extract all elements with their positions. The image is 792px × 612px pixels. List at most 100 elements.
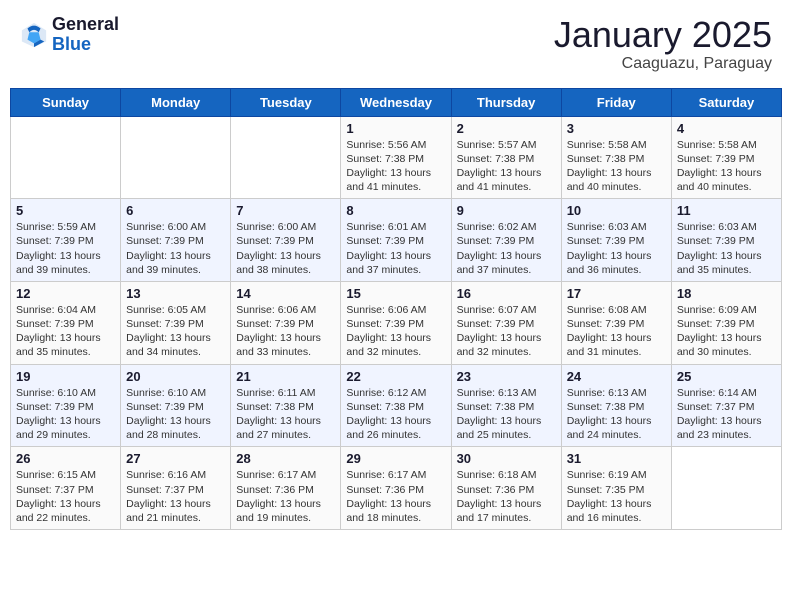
month-year: January 2025 xyxy=(554,15,772,55)
calendar-cell: 23 Sunrise: 6:13 AM Sunset: 7:38 PM Dayli… xyxy=(451,364,561,447)
day-info: Sunrise: 6:01 AM Sunset: 7:39 PM Dayligh… xyxy=(346,220,445,277)
calendar-cell: 20 Sunrise: 6:10 AM Sunset: 7:39 PM Dayli… xyxy=(121,364,231,447)
day-info: Sunrise: 6:17 AM Sunset: 7:36 PM Dayligh… xyxy=(346,468,445,525)
week-row-3: 12 Sunrise: 6:04 AM Sunset: 7:39 PM Dayli… xyxy=(11,281,782,364)
day-info: Sunrise: 5:58 AM Sunset: 7:39 PM Dayligh… xyxy=(677,138,776,195)
calendar-cell: 17Sunrise: 6:08 AM Sunset: 7:39 PM Dayli… xyxy=(561,281,671,364)
calendar-cell xyxy=(231,116,341,199)
calendar-cell: 3 Sunrise: 5:58 AM Sunset: 7:38 PM Daylig… xyxy=(561,116,671,199)
day-info: Sunrise: 5:59 AM Sunset: 7:39 PM Dayligh… xyxy=(16,220,115,277)
calendar-cell: 22Sunrise: 6:12 AM Sunset: 7:38 PM Dayli… xyxy=(341,364,451,447)
calendar-cell: 27 Sunrise: 6:16 AM Sunset: 7:37 PM Dayli… xyxy=(121,447,231,530)
day-number: 7 xyxy=(236,203,335,218)
calendar-cell: 11 Sunrise: 6:03 AM Sunset: 7:39 PM Dayli… xyxy=(671,199,781,282)
day-info: Sunrise: 6:08 AM Sunset: 7:39 PM Dayligh… xyxy=(567,303,666,360)
day-number: 2 xyxy=(457,121,556,136)
day-info: Sunrise: 6:09 AM Sunset: 7:39 PM Dayligh… xyxy=(677,303,776,360)
title-block: January 2025 Caaguazu, Paraguay xyxy=(554,15,772,73)
week-row-5: 26Sunrise: 6:15 AM Sunset: 7:37 PM Dayli… xyxy=(11,447,782,530)
day-of-week-monday: Monday xyxy=(121,88,231,116)
calendar-cell: 13 Sunrise: 6:05 AM Sunset: 7:39 PM Dayli… xyxy=(121,281,231,364)
calendar-cell: 10 Sunrise: 6:03 AM Sunset: 7:39 PM Dayli… xyxy=(561,199,671,282)
day-number: 6 xyxy=(126,203,225,218)
day-info: Sunrise: 6:06 AM Sunset: 7:39 PM Dayligh… xyxy=(346,303,445,360)
calendar-header: SundayMondayTuesdayWednesdayThursdayFrid… xyxy=(11,88,782,116)
day-info: Sunrise: 6:19 AM Sunset: 7:35 PM Dayligh… xyxy=(567,468,666,525)
day-number: 11 xyxy=(677,203,776,218)
calendar-cell: 5 Sunrise: 5:59 AM Sunset: 7:39 PM Daylig… xyxy=(11,199,121,282)
day-number: 20 xyxy=(126,369,225,384)
day-info: Sunrise: 6:03 AM Sunset: 7:39 PM Dayligh… xyxy=(567,220,666,277)
day-number: 24 xyxy=(567,369,666,384)
day-info: Sunrise: 6:10 AM Sunset: 7:39 PM Dayligh… xyxy=(16,386,115,443)
day-of-week-tuesday: Tuesday xyxy=(231,88,341,116)
day-info: Sunrise: 5:57 AM Sunset: 7:38 PM Dayligh… xyxy=(457,138,556,195)
day-number: 3 xyxy=(567,121,666,136)
calendar-cell: 12 Sunrise: 6:04 AM Sunset: 7:39 PM Dayli… xyxy=(11,281,121,364)
calendar-cell: 6 Sunrise: 6:00 AM Sunset: 7:39 PM Daylig… xyxy=(121,199,231,282)
day-number: 12 xyxy=(16,286,115,301)
day-info: Sunrise: 6:13 AM Sunset: 7:38 PM Dayligh… xyxy=(567,386,666,443)
day-info: Sunrise: 6:03 AM Sunset: 7:39 PM Dayligh… xyxy=(677,220,776,277)
logo: General Blue xyxy=(20,15,119,55)
day-info: Sunrise: 5:56 AM Sunset: 7:38 PM Dayligh… xyxy=(346,138,445,195)
calendar-cell xyxy=(121,116,231,199)
calendar-body: 1 Sunrise: 5:56 AM Sunset: 7:38 PM Daylig… xyxy=(11,116,782,529)
day-number: 5 xyxy=(16,203,115,218)
day-number: 27 xyxy=(126,451,225,466)
day-info: Sunrise: 6:00 AM Sunset: 7:39 PM Dayligh… xyxy=(126,220,225,277)
calendar-cell: 26Sunrise: 6:15 AM Sunset: 7:37 PM Dayli… xyxy=(11,447,121,530)
day-number: 29 xyxy=(346,451,445,466)
calendar-cell: 15Sunrise: 6:06 AM Sunset: 7:39 PM Dayli… xyxy=(341,281,451,364)
day-info: Sunrise: 6:04 AM Sunset: 7:39 PM Dayligh… xyxy=(16,303,115,360)
calendar-cell xyxy=(671,447,781,530)
day-info: Sunrise: 6:18 AM Sunset: 7:36 PM Dayligh… xyxy=(457,468,556,525)
page-header: General Blue January 2025 Caaguazu, Para… xyxy=(10,10,782,78)
calendar-cell: 21Sunrise: 6:11 AM Sunset: 7:38 PM Dayli… xyxy=(231,364,341,447)
day-number: 23 xyxy=(457,369,556,384)
calendar-cell: 18Sunrise: 6:09 AM Sunset: 7:39 PM Dayli… xyxy=(671,281,781,364)
logo-blue-text: Blue xyxy=(52,35,119,55)
day-number: 8 xyxy=(346,203,445,218)
calendar-cell: 31 Sunrise: 6:19 AM Sunset: 7:35 PM Dayli… xyxy=(561,447,671,530)
day-number: 16 xyxy=(457,286,556,301)
day-number: 4 xyxy=(677,121,776,136)
days-of-week-row: SundayMondayTuesdayWednesdayThursdayFrid… xyxy=(11,88,782,116)
calendar-cell: 28 Sunrise: 6:17 AM Sunset: 7:36 PM Dayli… xyxy=(231,447,341,530)
week-row-4: 19Sunrise: 6:10 AM Sunset: 7:39 PM Dayli… xyxy=(11,364,782,447)
day-info: Sunrise: 6:16 AM Sunset: 7:37 PM Dayligh… xyxy=(126,468,225,525)
calendar-cell xyxy=(11,116,121,199)
logo-general-text: General xyxy=(52,15,119,35)
day-number: 1 xyxy=(346,121,445,136)
day-info: Sunrise: 5:58 AM Sunset: 7:38 PM Dayligh… xyxy=(567,138,666,195)
day-number: 25 xyxy=(677,369,776,384)
day-info: Sunrise: 6:14 AM Sunset: 7:37 PM Dayligh… xyxy=(677,386,776,443)
day-of-week-friday: Friday xyxy=(561,88,671,116)
day-number: 10 xyxy=(567,203,666,218)
calendar-cell: 14 Sunrise: 6:06 AM Sunset: 7:39 PM Dayli… xyxy=(231,281,341,364)
calendar-cell: 30Sunrise: 6:18 AM Sunset: 7:36 PM Dayli… xyxy=(451,447,561,530)
day-of-week-saturday: Saturday xyxy=(671,88,781,116)
day-of-week-thursday: Thursday xyxy=(451,88,561,116)
calendar-cell: 4 Sunrise: 5:58 AM Sunset: 7:39 PM Daylig… xyxy=(671,116,781,199)
logo-text: General Blue xyxy=(52,15,119,55)
week-row-1: 1 Sunrise: 5:56 AM Sunset: 7:38 PM Daylig… xyxy=(11,116,782,199)
day-number: 13 xyxy=(126,286,225,301)
day-number: 31 xyxy=(567,451,666,466)
day-number: 28 xyxy=(236,451,335,466)
week-row-2: 5 Sunrise: 5:59 AM Sunset: 7:39 PM Daylig… xyxy=(11,199,782,282)
day-info: Sunrise: 6:06 AM Sunset: 7:39 PM Dayligh… xyxy=(236,303,335,360)
day-number: 22 xyxy=(346,369,445,384)
day-info: Sunrise: 6:17 AM Sunset: 7:36 PM Dayligh… xyxy=(236,468,335,525)
calendar-cell: 19Sunrise: 6:10 AM Sunset: 7:39 PM Dayli… xyxy=(11,364,121,447)
calendar-cell: 24 Sunrise: 6:13 AM Sunset: 7:38 PM Dayli… xyxy=(561,364,671,447)
calendar-cell: 25 Sunrise: 6:14 AM Sunset: 7:37 PM Dayli… xyxy=(671,364,781,447)
calendar-table: SundayMondayTuesdayWednesdayThursdayFrid… xyxy=(10,88,782,530)
calendar-cell: 8 Sunrise: 6:01 AM Sunset: 7:39 PM Daylig… xyxy=(341,199,451,282)
calendar-cell: 1 Sunrise: 5:56 AM Sunset: 7:38 PM Daylig… xyxy=(341,116,451,199)
day-info: Sunrise: 6:10 AM Sunset: 7:39 PM Dayligh… xyxy=(126,386,225,443)
day-number: 14 xyxy=(236,286,335,301)
day-info: Sunrise: 6:13 AM Sunset: 7:38 PM Dayligh… xyxy=(457,386,556,443)
day-info: Sunrise: 6:05 AM Sunset: 7:39 PM Dayligh… xyxy=(126,303,225,360)
day-info: Sunrise: 6:11 AM Sunset: 7:38 PM Dayligh… xyxy=(236,386,335,443)
